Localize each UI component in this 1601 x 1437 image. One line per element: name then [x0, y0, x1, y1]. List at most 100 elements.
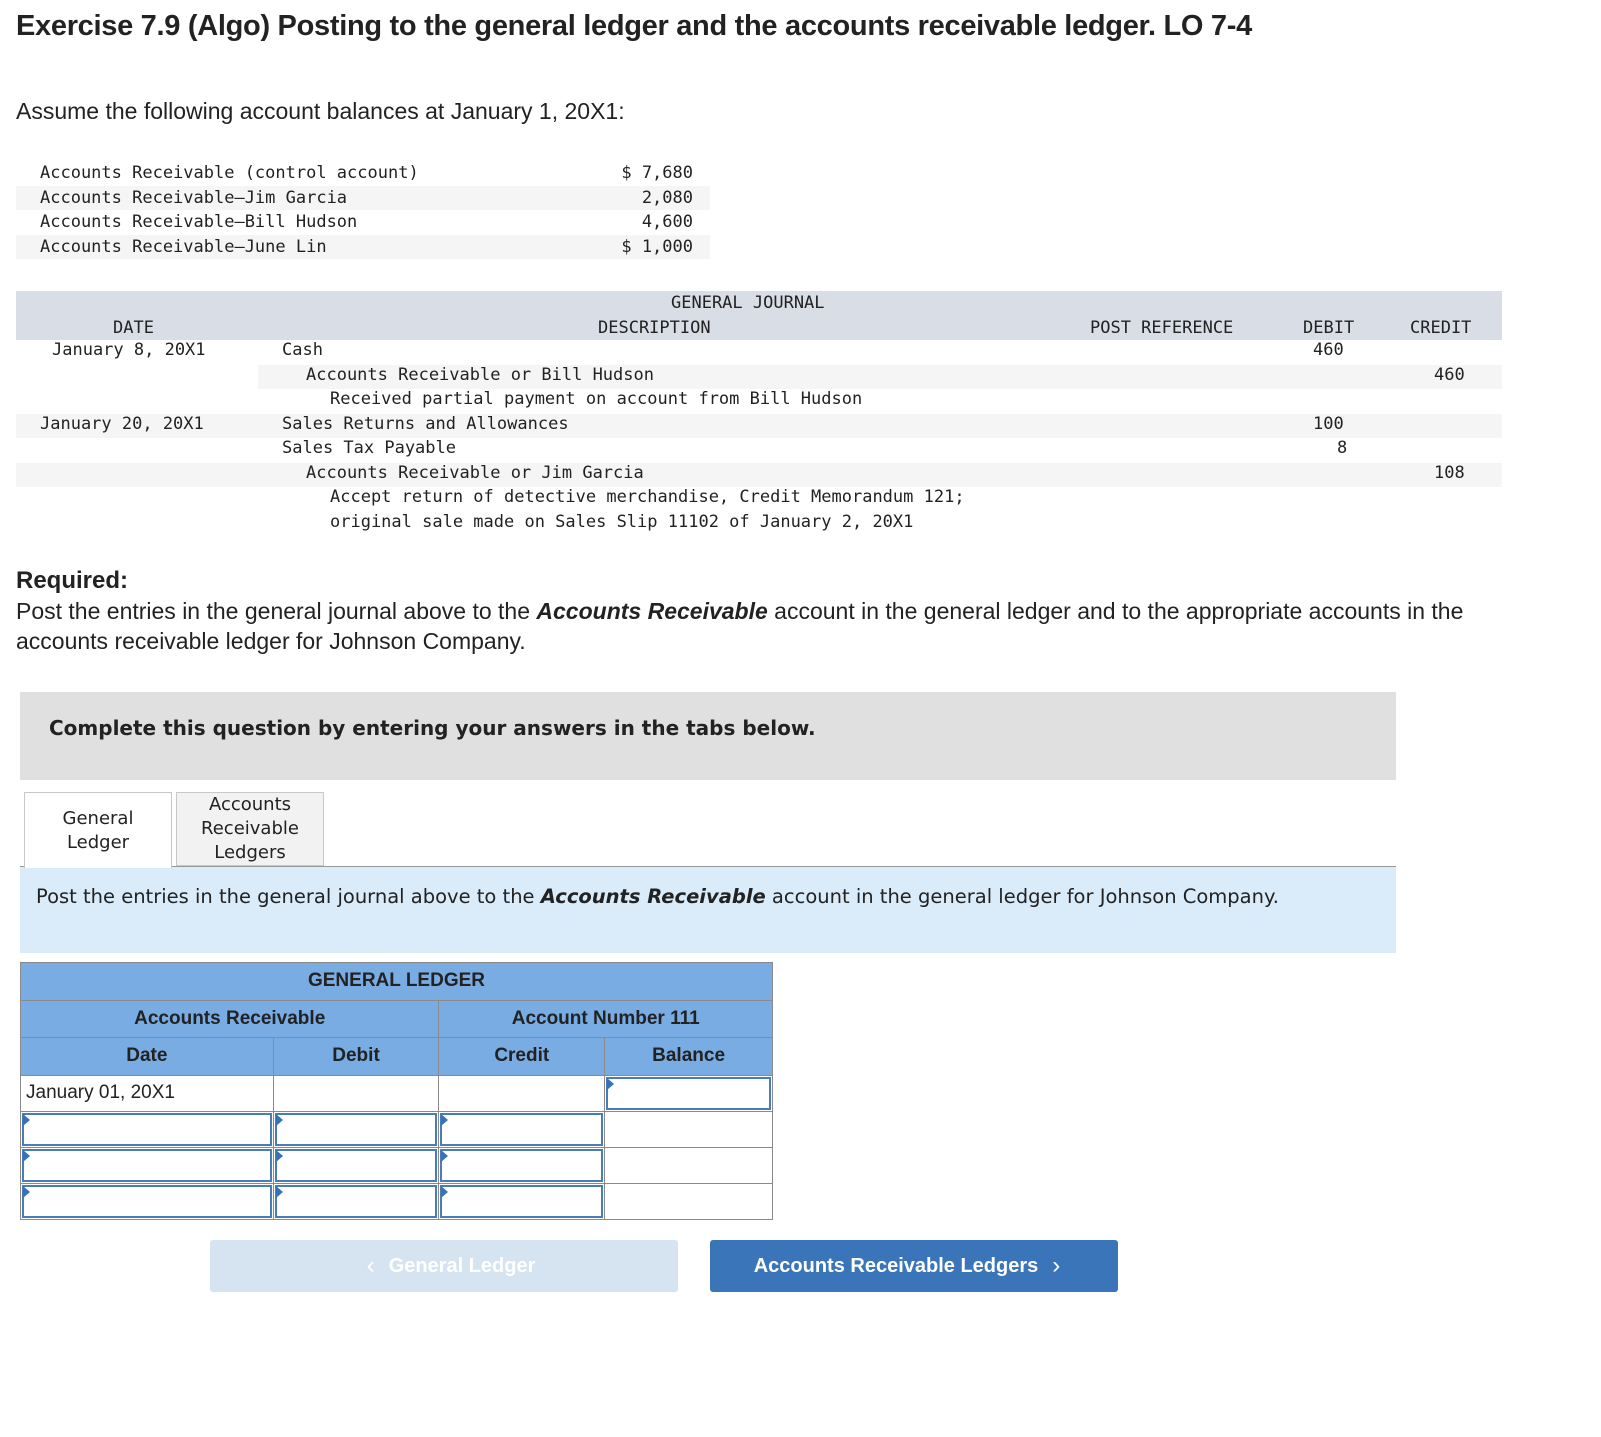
journal-col-date: DATE	[113, 318, 154, 338]
debit-input[interactable]	[274, 1148, 438, 1182]
next-tab-button[interactable]: Accounts Receivable Ledgers ›	[710, 1240, 1118, 1292]
date-input[interactable]	[22, 1184, 272, 1218]
balance-amount: 2,080	[641, 187, 693, 208]
balance-account: Accounts Receivable–June Lin	[40, 236, 327, 257]
balance-row: Accounts Receivable–Bill Hudson 4,600	[16, 210, 710, 235]
page-title: Exercise 7.9 (Algo) Posting to the gener…	[16, 10, 1252, 42]
balance-amount: 4,600	[641, 212, 693, 232]
tab-accounts-receivable-ledgers[interactable]: Accounts Receivable Ledgers	[176, 792, 324, 866]
journal-description: Accounts Receivable or Bill Hudson	[306, 365, 654, 385]
ledger-date-cell	[20, 1110, 274, 1148]
prev-tab-label: General Ledger	[388, 1254, 536, 1277]
ledger-row	[20, 1110, 773, 1148]
journal-description: Sales Tax Payable	[282, 438, 456, 458]
tab-label-line: Accounts	[208, 794, 292, 815]
date-input[interactable]	[22, 1112, 272, 1146]
journal-date: January 8, 20X1	[52, 340, 206, 360]
tab-general-ledger[interactable]: General Ledger	[24, 792, 172, 868]
tab-label: Accounts Receivable Ledgers	[201, 793, 299, 865]
balance-amount: $ 1,000	[621, 236, 693, 257]
opening-balance-input[interactable]	[606, 1076, 771, 1110]
ledger-row	[20, 1146, 773, 1184]
journal-col-credit: CREDIT	[1410, 318, 1472, 338]
tab-label-line: Receivable	[201, 818, 299, 839]
chevron-left-icon: ‹	[366, 1252, 375, 1279]
required-heading: Required:	[16, 567, 129, 594]
balance-account: Accounts Receivable (control account)	[40, 163, 419, 183]
tab-label-line: Ledgers	[214, 842, 286, 863]
instructions-text-part: Post the entries in the general journal …	[36, 885, 541, 908]
journal-col-description: DESCRIPTION	[598, 318, 711, 338]
general-ledger-table: GENERAL LEDGER Accounts Receivable Accou…	[19, 962, 773, 1220]
next-tab-label: Accounts Receivable Ledgers	[753, 1254, 1039, 1277]
journal-description: Sales Returns and Allowances	[282, 414, 569, 434]
balance-row: Accounts Receivable–Jim Garcia 2,080	[16, 185, 710, 210]
ledger-row	[20, 1182, 773, 1220]
journal-col-post-ref: POST REFERENCE	[1090, 318, 1234, 338]
ledger-row-opening: January 01, 20X1	[20, 1074, 773, 1112]
credit-input[interactable]	[440, 1112, 604, 1146]
instructions-text-part: account in the general ledger for Johnso…	[765, 885, 1279, 908]
balance-account: Accounts Receivable–Jim Garcia	[40, 187, 348, 208]
balance-row: Accounts Receivable (control account) $ …	[16, 161, 710, 186]
debit-input[interactable]	[274, 1112, 438, 1146]
journal-credit: 460	[1434, 365, 1465, 385]
ledger-date-cell	[20, 1146, 274, 1184]
complete-prompt-text: Complete this question by entering your …	[49, 716, 816, 740]
tab-label-line: General	[62, 807, 134, 829]
ledger-credit-cell	[438, 1110, 606, 1148]
balance-account: Accounts Receivable–Bill Hudson	[40, 212, 358, 232]
date-input[interactable]	[22, 1148, 272, 1182]
debit-input[interactable]	[274, 1184, 438, 1218]
complete-prompt-box: Complete this question by entering your …	[20, 692, 1396, 780]
instructions-box: Post the entries in the general journal …	[20, 867, 1396, 953]
ledger-debit-cell	[272, 1110, 440, 1148]
tab-label: General Ledger	[63, 807, 134, 855]
journal-description: Accept return of detective merchandise, …	[330, 487, 965, 507]
required-text-part: Post the entries in the general journal …	[16, 598, 537, 624]
journal-col-debit: DEBIT	[1303, 318, 1355, 338]
ledger-col-date: Date	[20, 1037, 274, 1076]
ledger-credit-cell	[438, 1182, 606, 1220]
credit-input[interactable]	[440, 1184, 604, 1218]
ledger-col-credit: Credit	[438, 1037, 606, 1076]
journal-debit: 100	[1313, 414, 1344, 434]
journal-description: Received partial payment on account from…	[330, 389, 863, 409]
credit-input[interactable]	[440, 1148, 604, 1182]
ledger-account-number: Account Number 111	[438, 999, 773, 1038]
ledger-account-name: Accounts Receivable	[19, 999, 440, 1038]
journal-description: original sale made on Sales Slip 11102 o…	[330, 512, 914, 532]
journal-title: GENERAL JOURNAL	[671, 293, 825, 313]
journal-credit: 108	[1434, 463, 1465, 483]
intro-text: Assume the following account balances at…	[16, 98, 625, 124]
prev-tab-button[interactable]: ‹ General Ledger	[210, 1240, 678, 1292]
ledger-debit-cell	[272, 1182, 440, 1220]
ledger-opening-credit	[438, 1074, 606, 1112]
journal-debit: 8	[1337, 438, 1348, 458]
journal-row-stripe	[16, 413, 1502, 438]
ledger-balance-cell	[604, 1182, 773, 1220]
balance-row: Accounts Receivable–June Lin $ 1,000	[16, 234, 710, 259]
ledger-credit-cell	[438, 1146, 606, 1184]
journal-description: Accounts Receivable or Jim Garcia	[306, 463, 644, 483]
ledger-col-debit: Debit	[272, 1037, 440, 1076]
ledger-balance-cell	[604, 1146, 773, 1184]
instructions-text: Post the entries in the general journal …	[36, 883, 1336, 910]
journal-debit: 460	[1313, 340, 1344, 360]
ledger-date-cell	[20, 1182, 274, 1220]
ledger-opening-balance-cell	[604, 1074, 773, 1112]
ledger-opening-debit	[272, 1074, 440, 1112]
required-text: Post the entries in the general journal …	[16, 596, 1476, 656]
instructions-text-emphasis: Accounts Receivable	[540, 885, 766, 908]
ledger-col-balance: Balance	[604, 1037, 773, 1076]
journal-date: January 20, 20X1	[40, 414, 204, 434]
chevron-right-icon: ›	[1052, 1252, 1061, 1279]
balance-amount: $ 7,680	[621, 163, 693, 183]
ledger-debit-cell	[272, 1146, 440, 1184]
tab-label-line: Ledger	[66, 831, 130, 853]
journal-description: Cash	[282, 340, 323, 360]
ledger-opening-date: January 01, 20X1	[20, 1074, 274, 1112]
ledger-balance-cell	[604, 1110, 773, 1148]
journal-row-stripe	[16, 462, 1502, 487]
ledger-title: GENERAL LEDGER	[20, 962, 773, 1001]
